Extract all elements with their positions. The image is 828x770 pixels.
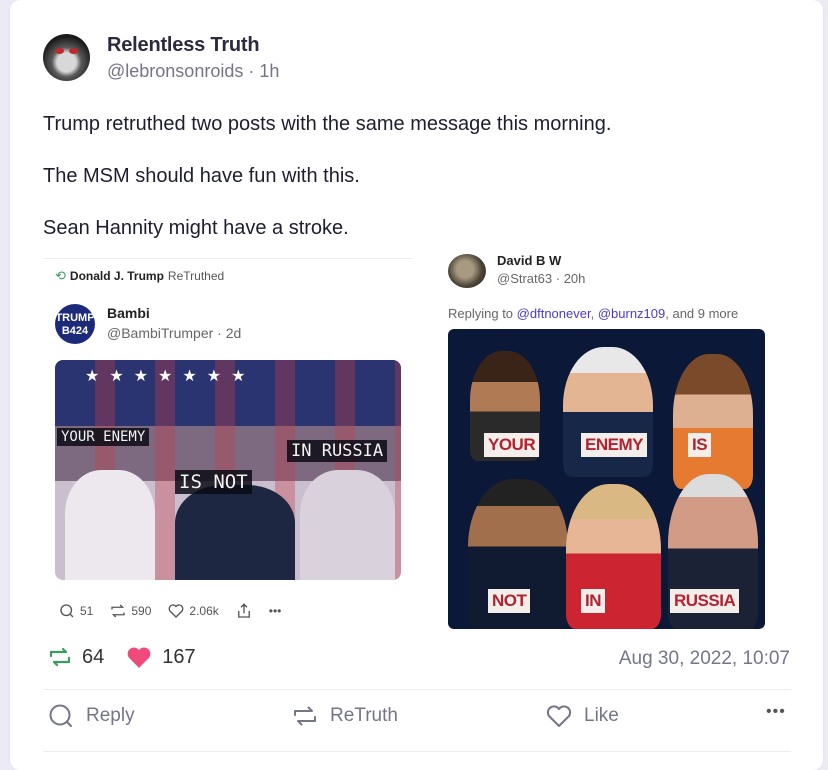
heart-icon bbox=[127, 647, 151, 668]
like-button[interactable]: Like bbox=[546, 703, 619, 729]
post-timestamp[interactable]: Aug 30, 2022, 10:07 bbox=[619, 648, 790, 670]
mention: @burnz109 bbox=[597, 306, 666, 321]
embedded-author-name: David B W bbox=[497, 253, 562, 268]
post-card: Relentless Truth @lebronsonroids · 1h Tr… bbox=[10, 0, 823, 770]
retruth-icon: ⟲ bbox=[55, 268, 66, 283]
reply-icon bbox=[49, 704, 72, 727]
retruth-icon bbox=[294, 706, 316, 726]
embedded-author-name: Bambi bbox=[107, 305, 150, 321]
retruth-attribution: ⟲ Donald J. Trump ReTruthed bbox=[55, 268, 224, 284]
heart-icon bbox=[546, 705, 572, 727]
retruth-label: ReTruth bbox=[330, 705, 398, 726]
meme-tag: IN bbox=[581, 589, 605, 613]
more-button[interactable]: ••• bbox=[766, 703, 786, 721]
meme-caption: IN RUSSIA bbox=[287, 440, 388, 462]
replying-suffix: , and 9 more bbox=[665, 306, 739, 321]
handle[interactable]: @lebronsonroids bbox=[107, 61, 243, 81]
mention: @dftnonever bbox=[516, 306, 591, 321]
retruth-stat[interactable]: 64 bbox=[48, 645, 104, 669]
portrait bbox=[673, 354, 753, 489]
embedded-handle: @Strat63 bbox=[497, 271, 553, 286]
embedded-avatar: TRUMP B424 bbox=[55, 304, 95, 344]
share-icon bbox=[237, 603, 250, 618]
figure bbox=[300, 470, 395, 580]
post-paragraph: Trump retruthed two posts with the same … bbox=[43, 113, 612, 135]
embedded-author-meta: @BambiTrumper · 2d bbox=[107, 325, 242, 341]
meme-caption: IS NOT bbox=[175, 470, 252, 494]
embedded-avatar bbox=[448, 254, 486, 288]
retruth-icon bbox=[111, 604, 126, 618]
embedded-reply-count: 51 bbox=[58, 602, 93, 620]
reply-label: Reply bbox=[86, 705, 135, 726]
embedded-time: 2d bbox=[225, 325, 242, 341]
portrait bbox=[563, 347, 653, 477]
embedded-more-icon: ••• bbox=[268, 604, 282, 618]
meme-tag: RUSSIA bbox=[670, 589, 740, 613]
post-time[interactable]: 1h bbox=[259, 61, 279, 81]
retruth-count: 590 bbox=[131, 604, 152, 618]
post-meta: @lebronsonroids · 1h bbox=[107, 61, 280, 81]
post-stats: 64 167 bbox=[48, 645, 218, 669]
divider bbox=[43, 751, 791, 752]
embedded-retruth-count: 590 bbox=[109, 602, 151, 620]
figure bbox=[65, 470, 155, 580]
meme-tag: YOUR bbox=[484, 433, 540, 457]
avatar[interactable] bbox=[43, 34, 90, 81]
post-body: Trump retruthed two posts with the same … bbox=[43, 112, 803, 268]
meme-tag: ENEMY bbox=[581, 433, 647, 457]
embedded-time: 20h bbox=[563, 271, 586, 286]
meme-caption: YOUR ENEMY bbox=[57, 428, 150, 446]
heart-icon bbox=[169, 604, 184, 618]
embedded-stats: 51 590 2.06k ••• bbox=[58, 602, 297, 620]
reply-count: 51 bbox=[80, 604, 94, 618]
post-paragraph: The MSM should have fun with this. bbox=[43, 165, 360, 187]
retruth-button[interactable]: ReTruth bbox=[292, 703, 398, 729]
embedded-share bbox=[235, 602, 253, 620]
reply-icon bbox=[60, 604, 74, 618]
divider bbox=[43, 258, 413, 259]
like-count: 167 bbox=[162, 645, 196, 668]
meme-photo: ★★★★★★★ YOUR ENEMY IS NOT IN RUSSIA bbox=[55, 360, 401, 580]
like-stat[interactable]: 167 bbox=[126, 645, 196, 669]
post-paragraph: Sean Hannity might have a stroke. bbox=[43, 217, 349, 239]
divider bbox=[43, 689, 791, 690]
retruth-count: 64 bbox=[82, 645, 105, 668]
flag-stars: ★★★★★★★ bbox=[85, 368, 256, 385]
replying-prefix: Replying to bbox=[448, 306, 514, 321]
avatar-text: TRUMP bbox=[55, 312, 95, 324]
meme-tag: NOT bbox=[488, 589, 531, 613]
display-name[interactable]: Relentless Truth bbox=[107, 34, 260, 57]
retruth-by: Donald J. Trump bbox=[69, 269, 164, 283]
avatar-text: B424 bbox=[61, 325, 89, 337]
action-bar: Reply ReTruth Like ••• bbox=[48, 703, 796, 737]
meme-photo: YOUR ENEMY IS NOT IN RUSSIA bbox=[448, 329, 765, 629]
retruth-label: ReTruthed bbox=[167, 269, 225, 283]
embedded-image-left[interactable]: ⟲ Donald J. Trump ReTruthed TRUMP B424 B… bbox=[43, 258, 413, 630]
retruth-icon bbox=[49, 647, 71, 667]
reply-button[interactable]: Reply bbox=[48, 703, 135, 729]
embedded-author-meta: @Strat63 · 20h bbox=[497, 271, 586, 286]
like-label: Like bbox=[584, 705, 619, 726]
embedded-like-count: 2.06k bbox=[167, 602, 219, 620]
embedded-handle: @BambiTrumper bbox=[107, 325, 214, 341]
meme-tag: IS bbox=[688, 433, 712, 457]
embedded-image-right[interactable]: David B W @Strat63 · 20h Replying to @df… bbox=[448, 250, 778, 632]
replying-to: Replying to @dftnonever, @burnz109, and … bbox=[448, 306, 739, 321]
figure bbox=[175, 485, 295, 580]
like-count: 2.06k bbox=[189, 604, 219, 618]
